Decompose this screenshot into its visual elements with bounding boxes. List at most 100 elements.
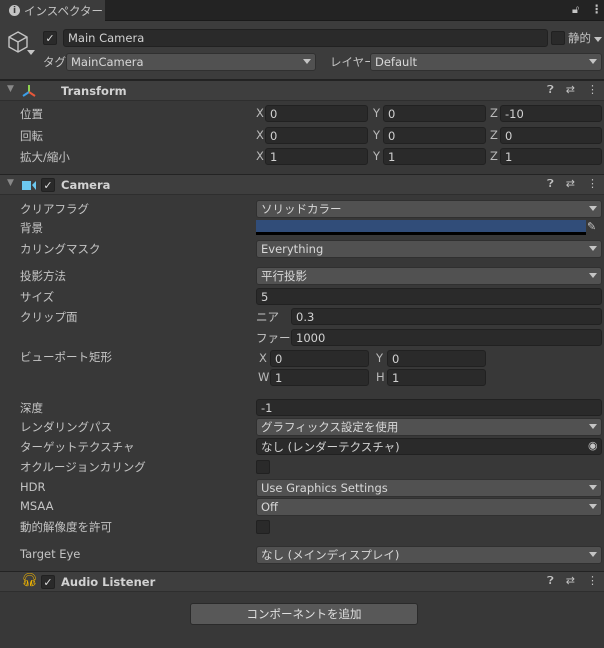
transform-z-input[interactable]: -10 xyxy=(500,105,602,122)
transform-x-input[interactable]: 0 xyxy=(265,127,368,144)
culling-mask-label: カリングマスク xyxy=(20,242,101,256)
kebab-menu-icon[interactable]: ⋮ xyxy=(587,83,598,97)
dynamic-resolution-checkbox[interactable] xyxy=(256,520,270,534)
info-icon: i xyxy=(9,5,20,16)
viewport-x-input[interactable]: 0 xyxy=(270,350,369,367)
foldout-arrow-icon[interactable]: ▼ xyxy=(7,84,14,94)
object-picker-icon[interactable]: ◉ xyxy=(588,439,598,452)
active-checkbox[interactable]: ✓ xyxy=(43,31,57,45)
help-icon[interactable]: ❓︎ xyxy=(547,83,554,97)
transform-row-label: 回転 xyxy=(20,129,43,143)
target-texture-label: ターゲットテクスチャ xyxy=(20,440,135,454)
transform-z-input[interactable]: 0 xyxy=(500,127,602,144)
near-label: ニア xyxy=(256,310,279,324)
size-label: サイズ xyxy=(20,290,55,304)
static-label: 静的 xyxy=(568,31,591,45)
background-color-swatch[interactable] xyxy=(256,220,586,235)
hdr-dropdown[interactable]: Use Graphics Settings xyxy=(256,479,602,497)
culling-mask-dropdown[interactable]: Everything xyxy=(256,240,602,258)
component-title: Audio Listener xyxy=(61,575,156,589)
transform-header[interactable]: ▼ Transform ❓︎ ⇄ ⋮ xyxy=(0,80,604,101)
axis-label-z: Z xyxy=(490,149,498,163)
target-texture-input[interactable]: なし (レンダーテクスチャ) xyxy=(256,438,602,455)
camera-enabled-checkbox[interactable]: ✓ xyxy=(41,178,55,192)
presets-icon[interactable]: ⇄ xyxy=(566,574,575,588)
audio-enabled-checkbox[interactable]: ✓ xyxy=(41,575,55,589)
layer-label: レイヤー xyxy=(330,55,376,69)
msaa-dropdown[interactable]: Off xyxy=(256,498,602,516)
transform-row-label: 拡大/縮小 xyxy=(20,150,70,164)
static-checkbox[interactable] xyxy=(551,31,565,45)
transform-y-input[interactable]: 1 xyxy=(383,148,486,165)
rendering-path-dropdown[interactable]: グラフィックス設定を使用 xyxy=(256,418,602,436)
occlusion-culling-checkbox[interactable] xyxy=(256,460,270,474)
projection-label: 投影方法 xyxy=(20,269,66,283)
kebab-menu-icon[interactable]: ⋮ xyxy=(587,177,598,191)
tab-inspector[interactable]: i インスペクター xyxy=(0,0,105,21)
clipping-label: クリップ面 xyxy=(20,310,78,324)
chevron-down-icon xyxy=(589,273,597,278)
component-title: Camera xyxy=(61,178,111,192)
near-clip-input[interactable]: 0.3 xyxy=(291,308,602,325)
transform-x-input[interactable]: 1 xyxy=(265,148,368,165)
viewport-y-input[interactable]: 0 xyxy=(387,350,486,367)
foldout-arrow-icon[interactable]: ▼ xyxy=(7,178,14,188)
clear-flags-dropdown[interactable]: ソリッドカラー xyxy=(256,200,602,218)
background-label: 背景 xyxy=(20,221,43,235)
kebab-menu-icon[interactable]: ⋮ xyxy=(591,2,603,16)
presets-icon[interactable]: ⇄ xyxy=(566,83,575,97)
component-icons: ❓︎ ⇄ ⋮ xyxy=(547,177,598,191)
axis-label-x: X xyxy=(259,351,267,365)
axis-label-y: Y xyxy=(373,128,381,142)
depth-input[interactable]: -1 xyxy=(256,399,602,416)
hdr-label: HDR xyxy=(20,480,46,494)
add-component-button[interactable]: コンポーネントを追加 xyxy=(190,603,418,625)
component-icons: ❓︎ ⇄ ⋮ xyxy=(547,83,598,97)
axis-label-z: Z xyxy=(490,106,498,120)
axis-label-z: Z xyxy=(490,128,498,142)
target-eye-dropdown[interactable]: なし (メインディスプレイ) xyxy=(256,546,602,564)
transform-y-input[interactable]: 0 xyxy=(383,105,486,122)
transform-y-input[interactable]: 0 xyxy=(383,127,486,144)
chevron-down-icon xyxy=(589,552,597,557)
layer-dropdown[interactable]: Default xyxy=(370,53,602,71)
axis-label-x: X xyxy=(256,128,264,142)
audio-listener-header[interactable]: 🎧︎ ✓ Audio Listener ❓︎ ⇄ ⋮ xyxy=(0,571,604,592)
chevron-down-icon xyxy=(589,246,597,251)
transform-z-input[interactable]: 1 xyxy=(500,148,602,165)
viewport-w-input[interactable]: 1 xyxy=(270,369,369,386)
presets-icon[interactable]: ⇄ xyxy=(566,177,575,191)
projection-dropdown[interactable]: 平行投影 xyxy=(256,267,602,285)
chevron-down-icon[interactable] xyxy=(27,50,35,55)
transform-x-input[interactable]: 0 xyxy=(265,105,368,122)
lock-icon[interactable]: 🔓︎ xyxy=(572,3,579,17)
component-title: Transform xyxy=(61,84,127,98)
dynamic-res-label: 動的解像度を許可 xyxy=(20,520,112,534)
gameobject-cube-icon xyxy=(8,31,28,53)
component-icons: ❓︎ ⇄ ⋮ xyxy=(547,574,598,588)
axis-label-w: W xyxy=(258,370,270,384)
viewport-label: ビューポート矩形 xyxy=(20,350,112,364)
static-dropdown-icon[interactable] xyxy=(594,37,602,42)
axis-label-y: Y xyxy=(376,351,384,365)
axis-label-y: Y xyxy=(373,149,381,163)
viewport-h-input[interactable]: 1 xyxy=(387,369,486,386)
axis-label-h: H xyxy=(376,370,385,384)
help-icon[interactable]: ❓︎ xyxy=(547,177,554,191)
transform-axes-icon xyxy=(22,85,36,97)
chevron-down-icon xyxy=(589,485,597,490)
camera-icon xyxy=(22,181,36,190)
tag-label: タグ xyxy=(43,55,66,69)
headphones-icon: 🎧︎ xyxy=(21,573,38,588)
camera-header[interactable]: ▼ ✓ Camera ❓︎ ⇄ ⋮ xyxy=(0,174,604,195)
chevron-down-icon xyxy=(589,424,597,429)
kebab-menu-icon[interactable]: ⋮ xyxy=(587,574,598,588)
object-name-input[interactable]: Main Camera xyxy=(63,29,548,47)
eyedropper-icon[interactable]: ✎ xyxy=(587,220,596,233)
far-label: ファー xyxy=(256,331,291,345)
occlusion-label: オクルージョンカリング xyxy=(20,460,146,474)
tag-dropdown[interactable]: MainCamera xyxy=(66,53,316,71)
help-icon[interactable]: ❓︎ xyxy=(547,574,554,588)
far-clip-input[interactable]: 1000 xyxy=(291,329,602,346)
size-input[interactable]: 5 xyxy=(256,288,602,305)
